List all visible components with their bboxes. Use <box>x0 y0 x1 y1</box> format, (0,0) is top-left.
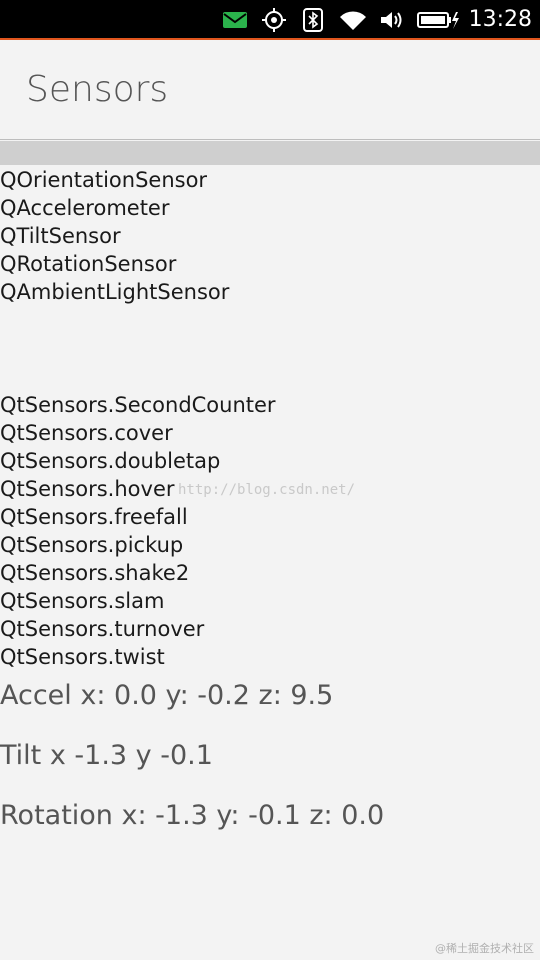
status-bar: 13:28 <box>0 0 540 40</box>
sensor-list-item[interactable]: QRotationSensor <box>0 250 229 278</box>
sensor-list: QOrientationSensor QAccelerometer QTiltS… <box>0 166 229 306</box>
corner-watermark: @稀土掘金技术社区 <box>435 942 534 955</box>
gesture-list-item[interactable]: QtSensors.cover <box>0 419 276 447</box>
sensor-list-item[interactable]: QTiltSensor <box>0 222 229 250</box>
rotation-reading: Rotation x: -1.3 y: -0.1 z: 0.0 <box>0 800 385 831</box>
header-divider <box>0 141 540 165</box>
sensor-list-item[interactable]: QAccelerometer <box>0 194 229 222</box>
clock-time: 13:28 <box>468 7 532 32</box>
battery-charging-icon[interactable] <box>416 8 460 32</box>
message-icon[interactable] <box>222 8 248 32</box>
gesture-list-item[interactable]: QtSensors.slam <box>0 587 276 615</box>
page-header: Sensors <box>0 40 540 140</box>
gesture-list-item[interactable]: QtSensors.SecondCounter <box>0 391 276 419</box>
gesture-list-item[interactable]: QtSensors.freefall <box>0 503 276 531</box>
gesture-list-item[interactable]: QtSensors.turnover <box>0 615 276 643</box>
gesture-list: QtSensors.SecondCounter QtSensors.cover … <box>0 391 276 671</box>
gps-icon[interactable] <box>261 8 287 32</box>
gesture-list-item[interactable]: QtSensors.twist <box>0 643 276 671</box>
wifi-icon[interactable] <box>338 8 368 32</box>
page-title: Sensors <box>26 69 169 110</box>
volume-icon[interactable] <box>378 8 406 32</box>
gesture-list-item[interactable]: QtSensors.pickup <box>0 531 276 559</box>
sensor-list-item[interactable]: QAmbientLightSensor <box>0 278 229 306</box>
url-watermark: http://blog.csdn.net/ <box>178 482 356 498</box>
sensor-list-item[interactable]: QOrientationSensor <box>0 166 229 194</box>
accel-reading: Accel x: 0.0 y: -0.2 z: 9.5 <box>0 680 334 711</box>
gesture-list-item[interactable]: QtSensors.shake2 <box>0 559 276 587</box>
bluetooth-icon[interactable] <box>302 8 324 32</box>
tilt-reading: Tilt x -1.3 y -0.1 <box>0 740 213 771</box>
gesture-list-item[interactable]: QtSensors.doubletap <box>0 447 276 475</box>
